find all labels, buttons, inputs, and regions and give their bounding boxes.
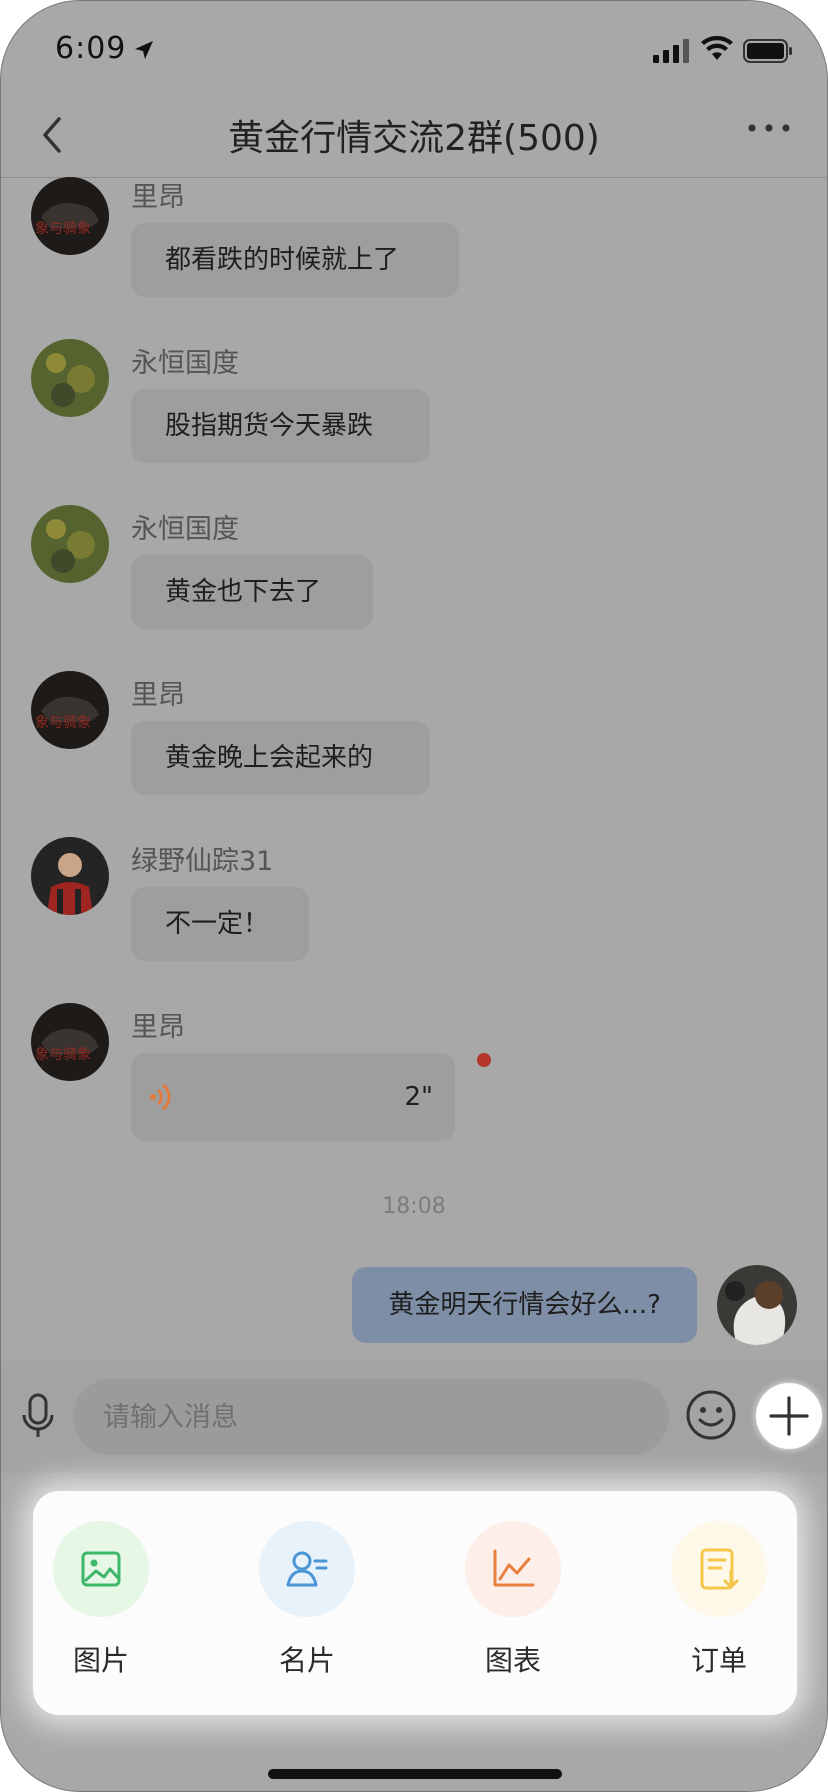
avatar-liang[interactable]: 象与骑象 bbox=[31, 671, 109, 749]
voice-duration: 2" bbox=[404, 1082, 433, 1112]
input-bar bbox=[1, 1361, 827, 1473]
home-indicator[interactable] bbox=[268, 1769, 562, 1779]
sender-name: 永恒国度 bbox=[131, 514, 239, 545]
voice-wave-icon bbox=[150, 1083, 171, 1111]
panel-item-label: 图表 bbox=[484, 1644, 541, 1677]
message-bubble[interactable]: 黄金也下去了 bbox=[131, 555, 373, 629]
sender-name: 里昂 bbox=[131, 680, 185, 711]
contact-card-icon-circle bbox=[259, 1521, 355, 1617]
status-time: 6:09 bbox=[55, 31, 127, 66]
battery-icon bbox=[743, 39, 792, 63]
avatar-yonghengguodu[interactable] bbox=[31, 505, 109, 583]
phone-screen: 6:09 黄金行情交流2群(500) 象与骑象 里昂 都看跌的时候就上了 永恒国… bbox=[0, 0, 828, 1792]
cellular-signal-icon bbox=[653, 39, 689, 63]
location-arrow-icon bbox=[135, 41, 153, 59]
avatar-liang[interactable]: 象与骑象 bbox=[31, 177, 109, 255]
avatar-lvyexianzong[interactable] bbox=[31, 837, 109, 915]
message-bubble[interactable]: 都看跌的时候就上了 bbox=[131, 223, 459, 297]
attachment-panel: 图片 名片 图表 订单 bbox=[33, 1491, 797, 1715]
panel-item-label: 图片 bbox=[72, 1644, 129, 1677]
image-icon bbox=[81, 1551, 121, 1587]
panel-item-label: 订单 bbox=[690, 1644, 747, 1677]
svg-text:象与骑象: 象与骑象 bbox=[35, 221, 91, 237]
message-bubble[interactable]: 不一定！ bbox=[131, 887, 309, 961]
chart-icon-circle bbox=[465, 1521, 561, 1617]
sender-name: 永恒国度 bbox=[131, 348, 239, 379]
svg-text:象与骑象: 象与骑象 bbox=[35, 1047, 91, 1063]
unread-dot bbox=[477, 1053, 491, 1067]
sender-name: 里昂 bbox=[131, 1012, 185, 1043]
more-dots-icon[interactable] bbox=[747, 123, 791, 133]
emoji-icon[interactable] bbox=[685, 1389, 737, 1441]
status-bar: 6:09 bbox=[1, 1, 827, 97]
message-bubble[interactable]: 股指期货今天暴跌 bbox=[131, 389, 430, 463]
plus-icon bbox=[769, 1396, 809, 1436]
message-bubble[interactable]: 黄金晚上会起来的 bbox=[131, 721, 430, 795]
order-icon bbox=[700, 1548, 739, 1590]
image-icon-circle bbox=[53, 1521, 149, 1617]
avatar-yonghengguodu[interactable] bbox=[31, 339, 109, 417]
avatar-liang[interactable]: 象与骑象 bbox=[31, 1003, 109, 1081]
microphone-icon[interactable] bbox=[21, 1393, 55, 1439]
message-input[interactable] bbox=[73, 1379, 669, 1455]
chat-title: 黄金行情交流2群(500) bbox=[228, 118, 600, 159]
panel-item-label: 名片 bbox=[278, 1644, 335, 1677]
contact-card-icon bbox=[286, 1551, 328, 1587]
my-message-bubble[interactable]: 黄金明天行情会好么...? bbox=[352, 1267, 697, 1343]
voice-message-bubble[interactable]: 2" bbox=[131, 1053, 455, 1141]
svg-text:象与骑象: 象与骑象 bbox=[35, 715, 91, 731]
chat-header: 黄金行情交流2群(500) bbox=[1, 97, 827, 178]
chart-icon bbox=[493, 1549, 535, 1587]
message-timestamp: 18:08 bbox=[382, 1194, 446, 1219]
my-avatar[interactable] bbox=[717, 1265, 797, 1345]
plus-button[interactable] bbox=[756, 1383, 822, 1449]
wifi-icon bbox=[701, 36, 733, 60]
order-icon-circle bbox=[671, 1521, 767, 1617]
sender-name: 里昂 bbox=[131, 182, 185, 213]
sender-name: 绿野仙踪31 bbox=[131, 846, 274, 877]
